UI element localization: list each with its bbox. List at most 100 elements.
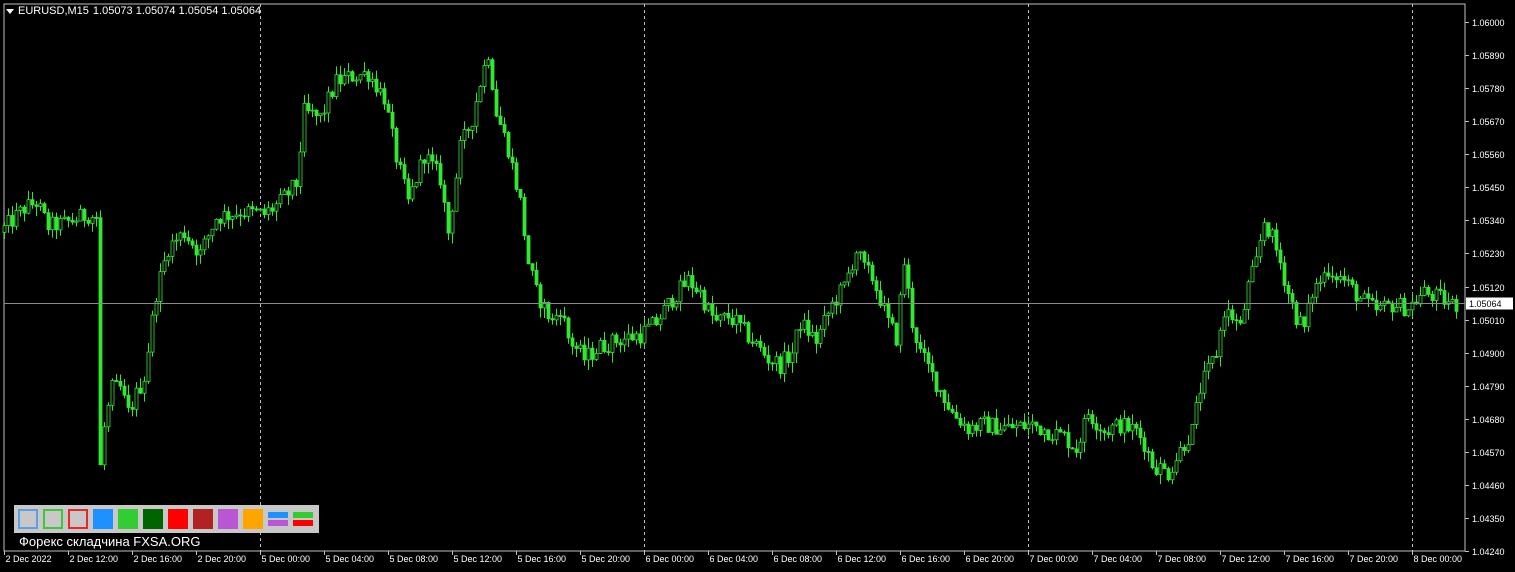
candle-body bbox=[866, 261, 871, 266]
candle-body bbox=[1242, 309, 1247, 324]
limegreen-swatch[interactable] bbox=[118, 509, 138, 529]
price-chart[interactable]: 1.06000 1.05890 1.05780 1.05670 1.05560 1.054… bbox=[0, 0, 1515, 572]
candle-body bbox=[486, 59, 491, 66]
candle-body bbox=[914, 327, 919, 343]
candle-body bbox=[1434, 288, 1439, 301]
candle-body bbox=[286, 190, 291, 196]
candle-body bbox=[306, 102, 311, 112]
candle-body bbox=[946, 402, 951, 410]
y-tick-label: 1.05230 bbox=[1472, 249, 1505, 259]
outline-red-swatch[interactable] bbox=[68, 509, 88, 529]
candle-body bbox=[470, 125, 475, 131]
candle-body bbox=[1342, 276, 1347, 281]
candle-body bbox=[230, 216, 235, 220]
candle-body bbox=[1226, 309, 1231, 318]
candle-body bbox=[566, 317, 571, 339]
firebrick-swatch[interactable] bbox=[193, 509, 213, 529]
candle-body bbox=[302, 102, 307, 153]
darkgreen-swatch[interactable] bbox=[143, 509, 163, 529]
candle-body bbox=[1450, 299, 1455, 303]
candle-body bbox=[1126, 418, 1131, 432]
candle-body bbox=[586, 347, 591, 361]
candle-body bbox=[718, 314, 723, 321]
candle-body bbox=[630, 333, 635, 341]
candle-body bbox=[214, 218, 219, 230]
blue-orchid-swatch[interactable] bbox=[268, 509, 288, 529]
candle-body bbox=[574, 345, 579, 349]
x-tick-label: 7 Dec 20:00 bbox=[1350, 554, 1399, 564]
y-tick-label: 1.04790 bbox=[1472, 382, 1505, 392]
candles-group bbox=[2, 56, 1459, 485]
candle-body bbox=[554, 315, 559, 321]
candle-body bbox=[1282, 262, 1287, 286]
candle-body bbox=[954, 411, 959, 419]
candle-body bbox=[178, 232, 183, 241]
candle-body bbox=[1178, 447, 1183, 462]
candle-body bbox=[670, 298, 675, 308]
candle-body bbox=[194, 244, 199, 256]
candle-body bbox=[330, 91, 335, 97]
candle-body bbox=[958, 417, 963, 426]
candle-body bbox=[1322, 272, 1327, 283]
candle-body bbox=[1254, 256, 1259, 267]
candle-body bbox=[814, 331, 819, 344]
candle-body bbox=[662, 304, 667, 320]
candle-body bbox=[842, 281, 847, 286]
candle-body bbox=[98, 217, 103, 466]
candle-body bbox=[1270, 229, 1275, 237]
candle-body bbox=[874, 280, 879, 291]
candle-body bbox=[1118, 419, 1123, 434]
candle-body bbox=[1286, 285, 1291, 294]
candle-body bbox=[202, 238, 207, 251]
candle-body bbox=[1314, 283, 1319, 298]
candle-body bbox=[1426, 286, 1431, 295]
candle-body bbox=[314, 109, 319, 117]
candle-body bbox=[1358, 297, 1363, 302]
y-tick-label: 1.05670 bbox=[1472, 117, 1505, 127]
red-swatch[interactable] bbox=[168, 509, 188, 529]
candle-body bbox=[318, 113, 323, 117]
candle-body bbox=[1150, 451, 1155, 469]
candle-body bbox=[1058, 429, 1063, 433]
candle-body bbox=[106, 404, 111, 428]
candle-body bbox=[250, 206, 255, 210]
candle-body bbox=[50, 216, 55, 231]
candle-body bbox=[738, 314, 743, 324]
outline-green-swatch[interactable] bbox=[43, 509, 63, 529]
candle-body bbox=[1354, 284, 1359, 302]
candle-body bbox=[790, 352, 795, 363]
candle-body bbox=[990, 417, 995, 433]
candle-body bbox=[338, 74, 343, 85]
candle-body bbox=[294, 179, 299, 187]
candle-body bbox=[414, 182, 419, 188]
candle-body bbox=[26, 199, 31, 214]
candle-body bbox=[462, 129, 467, 142]
candle-body bbox=[346, 71, 351, 76]
candle-body bbox=[1018, 421, 1023, 426]
candle-body bbox=[270, 207, 275, 212]
candle-body bbox=[466, 129, 471, 131]
candle-body bbox=[646, 323, 651, 327]
candle-body bbox=[86, 219, 91, 224]
orange-swatch[interactable] bbox=[243, 509, 263, 529]
outline-blue-swatch[interactable] bbox=[18, 509, 38, 529]
candle-body bbox=[982, 416, 987, 420]
candle-body bbox=[1370, 297, 1375, 301]
candle-body bbox=[934, 371, 939, 392]
current-price-label: 1.05064 bbox=[1469, 299, 1502, 309]
candle-body bbox=[1062, 431, 1067, 434]
candle-body bbox=[858, 251, 863, 254]
candle-body bbox=[246, 206, 251, 217]
candle-body bbox=[622, 338, 627, 346]
candle-body bbox=[722, 312, 727, 316]
dodgerblue-swatch[interactable] bbox=[93, 509, 113, 529]
green-red-swatch[interactable] bbox=[293, 509, 313, 529]
candle-body bbox=[806, 319, 811, 336]
candle-body bbox=[1334, 276, 1339, 281]
dropdown-triangle-icon[interactable] bbox=[6, 8, 14, 14]
candle-body bbox=[1194, 402, 1199, 425]
candle-body bbox=[618, 342, 623, 346]
orchid-swatch[interactable] bbox=[218, 509, 238, 529]
candle-body bbox=[642, 325, 647, 344]
candle-body bbox=[562, 315, 567, 319]
